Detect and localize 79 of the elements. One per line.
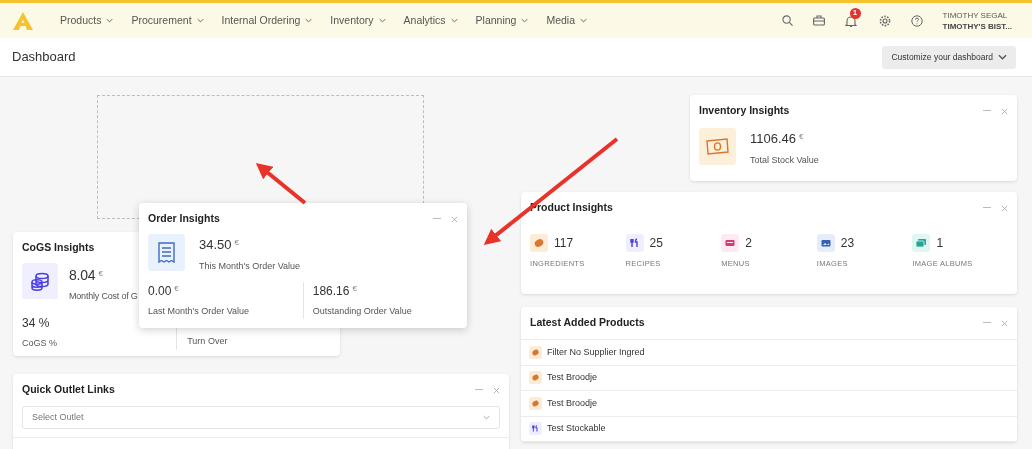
nav-menu[interactable]: Media xyxy=(537,5,597,36)
leaf-icon xyxy=(530,234,548,252)
nav-menu[interactable]: Inventory xyxy=(321,5,395,36)
stat-label: CoGS % xyxy=(22,336,58,350)
stat-value: 0.00 $^{€}$ xyxy=(148,283,180,300)
leaf-icon xyxy=(529,345,542,359)
nav-menu[interactable]: Internal Ordering xyxy=(212,5,322,36)
bell-icon[interactable] xyxy=(844,14,857,28)
card-title: Quick Outlet Links xyxy=(22,382,115,398)
stat-label: Turn Over xyxy=(187,334,229,348)
annotation-arrow xyxy=(255,162,307,205)
stat-label: Outstanding Order Value xyxy=(312,305,413,318)
nav-menu[interactable]: Procurement xyxy=(122,5,213,36)
product-row[interactable]: Test Broodje xyxy=(521,365,1017,391)
cutlery-icon xyxy=(529,422,542,436)
chevron-down-icon xyxy=(521,18,529,23)
stat-count: 23 xyxy=(840,235,855,252)
stat-label: Last Month's Order Value xyxy=(148,305,251,318)
chevron-down-icon xyxy=(378,18,386,23)
close-icon[interactable] xyxy=(1001,319,1008,327)
product-row[interactable]: Test Stockable xyxy=(521,416,1017,442)
chevron-down-icon xyxy=(580,18,588,23)
minimize-icon[interactable] xyxy=(433,218,441,220)
chevron-down-icon xyxy=(305,18,313,23)
stat-count: 1 xyxy=(936,235,944,252)
stat-value: 34 % xyxy=(22,314,51,332)
order-insights-card[interactable]: Order Insights 34.50 $^{€}$ This Month's Order Value 0.00 $^{€}$ Last Month's Order Value 186.16 $^{€}$ Outstanding Order Value xyxy=(139,203,467,328)
card-title: Latest Added Products xyxy=(530,315,645,331)
product-row[interactable]: Test Broodje xyxy=(521,391,1017,417)
stat-label: Total Stock Value xyxy=(750,153,819,167)
page-title: Dashboard xyxy=(12,48,76,67)
stat-count: 25 xyxy=(649,235,663,252)
image-icon xyxy=(816,234,835,252)
leaf-icon xyxy=(529,396,542,410)
leaf-icon xyxy=(529,371,542,385)
close-icon[interactable] xyxy=(1001,204,1008,212)
banknote-icon xyxy=(699,128,736,165)
close-icon[interactable] xyxy=(493,386,500,394)
product-row[interactable]: Filter No Supplier Ingred xyxy=(521,340,1017,366)
stat-value: 34.50 $^{€}$ xyxy=(199,236,240,254)
chevron-down-icon xyxy=(998,54,1007,60)
user-name: TIMOTHY SEGAL xyxy=(942,9,1009,21)
stat-value: 186.16 $^{€}$ xyxy=(312,283,358,300)
coins-icon xyxy=(22,263,58,299)
close-icon[interactable] xyxy=(1001,107,1008,115)
help-icon[interactable] xyxy=(910,14,923,27)
search-icon[interactable] xyxy=(781,15,793,26)
logo-icon[interactable] xyxy=(13,11,33,30)
minimize-icon[interactable] xyxy=(983,207,991,209)
albums-icon xyxy=(912,234,931,252)
stat-count: 117 xyxy=(554,235,574,252)
card-title: Inventory Insights xyxy=(699,103,790,119)
stat-value: 1106.46 $^{€}$ xyxy=(750,130,805,148)
nav-menu[interactable]: Planning xyxy=(466,5,538,36)
briefcase-icon[interactable] xyxy=(812,15,825,26)
stat-label: This Month's Order Value xyxy=(199,259,301,273)
receipt-icon xyxy=(148,234,185,271)
customize-dashboard-button[interactable]: Customize your dashboard xyxy=(882,45,1016,69)
minimize-icon[interactable] xyxy=(983,110,991,112)
chevron-down-icon xyxy=(106,18,114,23)
chevron-down-icon xyxy=(196,18,204,23)
cutlery-icon xyxy=(625,234,644,252)
nav-menu[interactable]: Products xyxy=(51,5,123,36)
nav-menu[interactable]: Analytics xyxy=(394,5,467,36)
card-title: Order Insights xyxy=(148,211,220,227)
notification-badge: 1 xyxy=(849,7,861,19)
stat-count: 2 xyxy=(745,235,752,252)
chevron-down-icon xyxy=(483,415,490,420)
business-name: TIMOTHY'S BIST... xyxy=(942,20,1012,32)
chevron-down-icon xyxy=(450,18,458,23)
settings-icon[interactable] xyxy=(878,14,891,27)
stat-value: 8.04 $^{€}$ xyxy=(69,266,104,285)
stat-label: Monthly Cost of G xyxy=(69,290,138,303)
card-title: CoGS Insights xyxy=(22,240,95,256)
minimize-icon[interactable] xyxy=(475,389,483,391)
close-icon[interactable] xyxy=(451,215,458,223)
menu-card-icon xyxy=(721,234,740,252)
minimize-icon[interactable] xyxy=(983,322,991,324)
outlet-select[interactable]: Select Outlet xyxy=(22,406,500,429)
